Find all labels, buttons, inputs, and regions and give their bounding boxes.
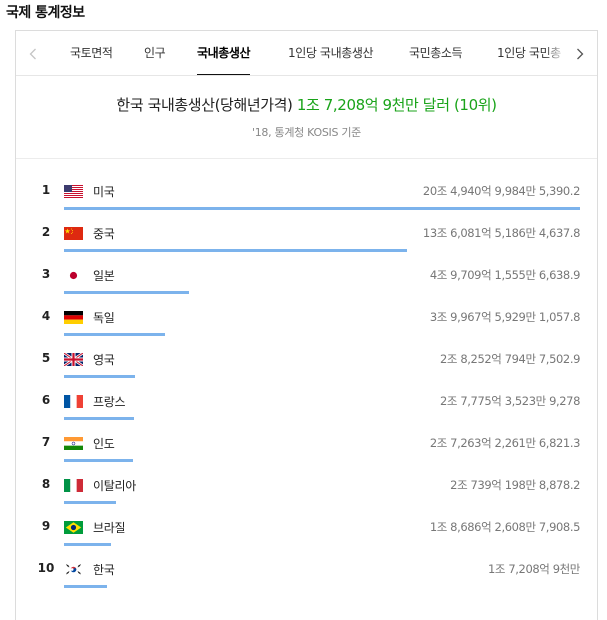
country-name: 일본 bbox=[93, 269, 115, 283]
gdp-bar bbox=[64, 291, 190, 294]
flag-de-icon bbox=[64, 311, 83, 324]
flag-br-icon bbox=[64, 521, 83, 534]
bar-track bbox=[64, 585, 580, 588]
country-name: 이탈리아 bbox=[93, 479, 136, 493]
rank-number: 7 bbox=[41, 435, 51, 449]
gdp-bar bbox=[64, 333, 165, 336]
bar-track bbox=[64, 249, 580, 252]
ranking-row: 5 영국 2조 8,252억 794만 7,502.9 bbox=[16, 344, 597, 386]
ranking-row: 7 인도 2조 7,263억 2,261만 6,821.3 bbox=[16, 428, 597, 470]
gdp-value: 2조 739억 198만 8,878.2 bbox=[450, 478, 580, 492]
tab-land-area[interactable]: 국토면적 bbox=[70, 31, 113, 75]
chevron-left-icon[interactable] bbox=[20, 31, 46, 75]
bar-track bbox=[64, 333, 580, 336]
bar-track bbox=[64, 375, 580, 378]
ranking-row: 1 미국 20조 4,940억 9,984만 5,390.2 bbox=[16, 176, 597, 218]
rank-number: 2 bbox=[41, 225, 51, 239]
gdp-bar bbox=[64, 585, 108, 588]
flag-gb-icon bbox=[64, 353, 83, 366]
ranking-row: 3 일본 4조 9,709억 1,555만 6,638.9 bbox=[16, 260, 597, 302]
country-name: 프랑스 bbox=[93, 395, 126, 409]
headline-label: 한국 국내총생산(당해년가격) bbox=[116, 96, 293, 114]
ranking-row: 8 이탈리아 2조 739억 198만 8,878.2 bbox=[16, 470, 597, 512]
bar-track bbox=[64, 501, 580, 504]
source-note: '18, 통계청 KOSIS 기준 bbox=[252, 126, 361, 139]
gdp-bar bbox=[64, 207, 580, 210]
gdp-value: 20조 4,940억 9,984만 5,390.2 bbox=[422, 184, 580, 198]
rank-number: 5 bbox=[41, 351, 51, 365]
statistics-card: 국토면적 인구 국내총생산 1인당 국내총생산 국민총소득 1인당 국민총 한국… bbox=[15, 30, 598, 620]
tab-gdp[interactable]: 국내총생산 bbox=[197, 31, 251, 75]
gdp-bar bbox=[64, 417, 135, 420]
gdp-value: 4조 9,709억 1,555만 6,638.9 bbox=[429, 268, 581, 282]
gdp-value: 2조 7,263억 2,261만 6,821.3 bbox=[429, 436, 581, 450]
tab-bar: 국토면적 인구 국내총생산 1인당 국내총생산 국민총소득 1인당 국민총 bbox=[16, 31, 597, 76]
rank-number: 6 bbox=[41, 393, 51, 407]
bar-track bbox=[64, 291, 580, 294]
headline: 한국 국내총생산(당해년가격) 1조 7,208억 9천만 달러 (10위) bbox=[16, 94, 597, 115]
section-title: 국제 통계정보 bbox=[6, 5, 85, 21]
rank-number: 8 bbox=[41, 477, 51, 491]
ranking-list: 1 미국 20조 4,940억 9,984만 5,390.2 2 중국 13조 6,081… bbox=[16, 176, 597, 596]
bar-track bbox=[64, 543, 580, 546]
flag-cn-icon bbox=[64, 227, 83, 240]
gdp-bar bbox=[64, 249, 407, 252]
gdp-value: 13조 6,081억 5,186만 4,637.8 bbox=[422, 226, 580, 240]
bar-track bbox=[64, 207, 580, 210]
flag-jp-icon bbox=[64, 269, 83, 282]
gdp-bar bbox=[64, 501, 117, 504]
flag-kr-icon bbox=[64, 563, 83, 576]
flag-it-icon bbox=[64, 479, 83, 492]
country-name: 한국 bbox=[93, 563, 115, 577]
country-name: 미국 bbox=[93, 185, 115, 199]
gdp-bar bbox=[64, 375, 136, 378]
country-name: 독일 bbox=[93, 311, 115, 325]
tab-fade bbox=[545, 31, 567, 75]
ranking-row: 2 중국 13조 6,081억 5,186만 4,637.8 bbox=[16, 218, 597, 260]
flag-us-icon bbox=[64, 185, 83, 198]
country-name: 영국 bbox=[93, 353, 115, 367]
gdp-bar bbox=[64, 543, 111, 546]
country-name: 중국 bbox=[93, 227, 115, 241]
rank-number: 3 bbox=[41, 267, 51, 281]
rank-number: 10 bbox=[37, 561, 55, 575]
divider bbox=[16, 158, 597, 159]
tab-gdp-per-capita[interactable]: 1인당 국내총생산 bbox=[288, 31, 374, 75]
flag-fr-icon bbox=[64, 395, 83, 408]
chevron-right-icon[interactable] bbox=[567, 31, 593, 75]
tab-population[interactable]: 인구 bbox=[144, 31, 166, 75]
country-name: 브라질 bbox=[93, 521, 126, 535]
ranking-row: 10 한국 1조 7,208억 9천만 bbox=[16, 554, 597, 596]
gdp-value: 2조 7,775억 3,523만 9,278 bbox=[440, 394, 580, 408]
rank-number: 4 bbox=[41, 309, 51, 323]
country-name: 인도 bbox=[93, 437, 115, 451]
bar-track bbox=[64, 459, 580, 462]
rank-number: 1 bbox=[41, 183, 51, 197]
gdp-bar bbox=[64, 459, 133, 462]
rank-number: 9 bbox=[41, 519, 51, 533]
gdp-value: 2조 8,252억 794만 7,502.9 bbox=[440, 352, 580, 366]
ranking-row: 6 프랑스 2조 7,775억 3,523만 9,278 bbox=[16, 386, 597, 428]
ranking-row: 9 브라질 1조 8,686억 2,608만 7,908.5 bbox=[16, 512, 597, 554]
gdp-value: 1조 7,208억 9천만 bbox=[488, 562, 580, 576]
gdp-value: 1조 8,686억 2,608만 7,908.5 bbox=[429, 520, 581, 534]
headline-value: 1조 7,208억 9천만 달러 (10위) bbox=[296, 96, 497, 114]
tab-gni[interactable]: 국민총소득 bbox=[409, 31, 463, 75]
bar-track bbox=[64, 417, 580, 420]
flag-in-icon bbox=[64, 437, 83, 450]
gdp-value: 3조 9,967억 5,929만 1,057.8 bbox=[429, 310, 581, 324]
ranking-row: 4 독일 3조 9,967억 5,929만 1,057.8 bbox=[16, 302, 597, 344]
